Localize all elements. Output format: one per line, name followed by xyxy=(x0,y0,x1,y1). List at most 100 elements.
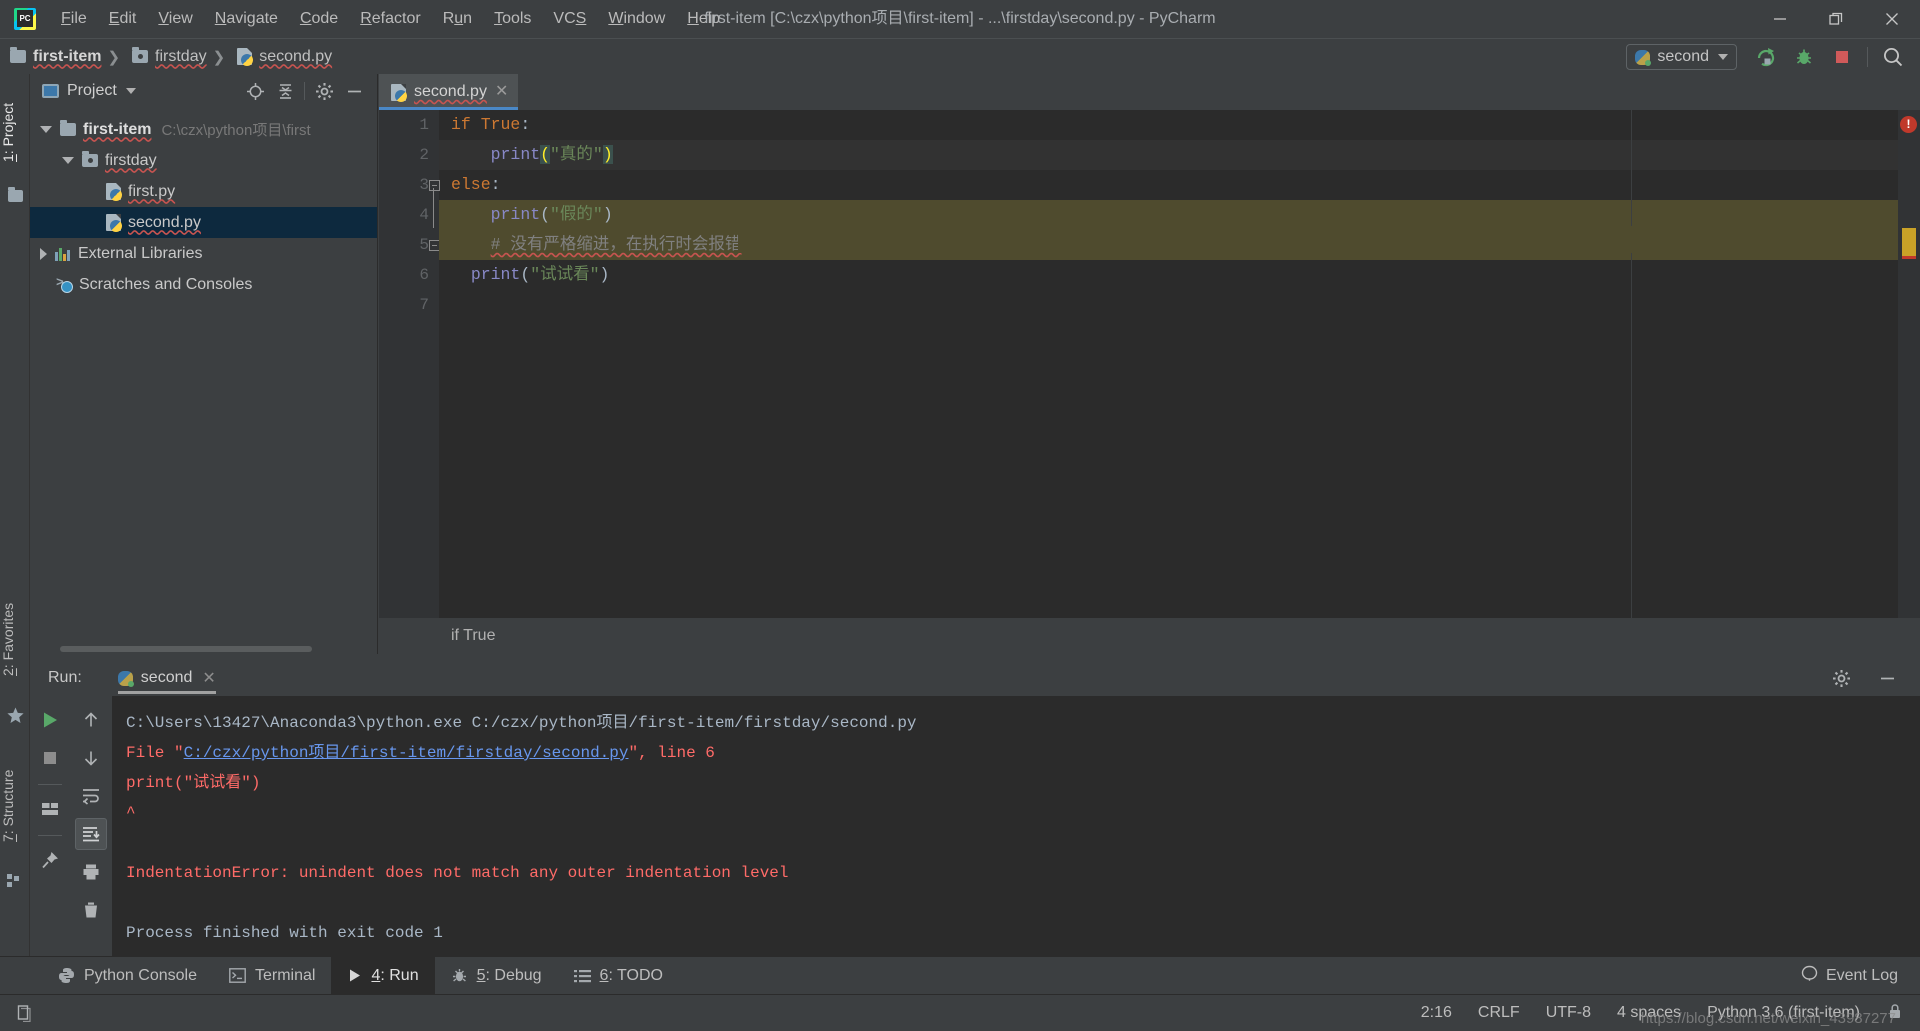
run-console-output[interactable]: C:\Users\13427\Anaconda3\python.exe C:/c… xyxy=(112,696,1920,956)
tab-debug[interactable]: 5: Debug xyxy=(435,957,558,995)
tree-node-second-py[interactable]: second.py xyxy=(30,207,377,238)
layout-button[interactable] xyxy=(34,793,66,825)
python-config-icon xyxy=(1635,49,1652,66)
minimize-window-button[interactable] xyxy=(1752,0,1808,38)
menu-run[interactable]: Run xyxy=(432,0,483,38)
hide-run-window-button[interactable] xyxy=(1872,663,1902,693)
code-line-1: if True: xyxy=(451,115,531,134)
tab-terminal[interactable]: Terminal xyxy=(213,957,331,995)
caret-position[interactable]: 2:16 xyxy=(1421,1004,1452,1022)
toggle-sidebar-icon[interactable] xyxy=(10,998,40,1028)
menu-code[interactable]: Code xyxy=(289,0,349,38)
search-everywhere-button[interactable] xyxy=(1874,39,1912,75)
up-stack-button[interactable] xyxy=(75,704,107,736)
menu-navigate[interactable]: Navigate xyxy=(204,0,289,38)
stop-button[interactable] xyxy=(34,742,66,774)
python-file-icon xyxy=(237,48,254,66)
sidebar-item-favorites[interactable]: 2: Favorites xyxy=(0,579,30,699)
run-configuration-selector[interactable]: second xyxy=(1626,44,1737,70)
breadcrumb-first-item[interactable]: first-item xyxy=(0,39,105,75)
clear-all-button[interactable] xyxy=(75,894,107,926)
project-tree: first-item C:\czx\python项目\first firstda… xyxy=(30,108,377,300)
stop-button[interactable] xyxy=(1823,39,1861,75)
tab-label: 5: Debug xyxy=(476,966,542,984)
python-interpreter[interactable]: Python 3.6 (first-item) xyxy=(1707,1004,1860,1022)
debug-button[interactable] xyxy=(1785,39,1823,75)
sidebar-item-structure[interactable]: 7: Structure xyxy=(0,746,30,866)
breadcrumb-second-py[interactable]: second.py xyxy=(227,39,336,75)
chevron-right-icon[interactable] xyxy=(40,247,47,260)
console-line-error: IndentationError: unindent does not matc… xyxy=(126,864,789,882)
toolbar-divider xyxy=(38,784,62,785)
menu-window[interactable]: Window xyxy=(597,0,676,38)
source-folder-icon xyxy=(82,151,98,167)
soft-wrap-button[interactable] xyxy=(75,780,107,812)
editor-tab-label: second.py xyxy=(414,83,487,100)
menu-help[interactable]: Help xyxy=(676,0,731,38)
run-tab-second[interactable]: second ✕ xyxy=(110,660,224,696)
bottom-tool-bar: Python Console Terminal 4: Run 5: Debug … xyxy=(0,956,1920,995)
error-stripe-gutter[interactable]: ! xyxy=(1898,110,1920,618)
run-window-actions xyxy=(1826,663,1920,693)
gear-icon[interactable] xyxy=(1826,663,1856,693)
rerun-button[interactable] xyxy=(1747,39,1785,75)
tree-node-firstday[interactable]: firstday xyxy=(30,145,377,176)
menu-vcs[interactable]: VCS xyxy=(542,0,597,38)
scroll-to-end-button[interactable] xyxy=(75,818,107,850)
menu-bar: File Edit View Navigate Code Refactor Ru… xyxy=(50,0,731,38)
tab-run[interactable]: 4: Run xyxy=(331,956,435,995)
line-separator[interactable]: CRLF xyxy=(1478,1004,1520,1022)
tree-node-first-py[interactable]: first.py xyxy=(30,176,377,207)
code-lines[interactable]: if True: print("真的") else: print("假的") #… xyxy=(439,110,1898,618)
chevron-down-icon[interactable] xyxy=(125,88,136,94)
warning-stripe-marker[interactable] xyxy=(1902,228,1916,256)
tree-node-external-libraries[interactable]: External Libraries xyxy=(30,238,377,269)
tree-node-first-item[interactable]: first-item C:\czx\python项目\first xyxy=(30,114,377,145)
pin-tab-button[interactable] xyxy=(34,844,66,876)
error-stripe-marker[interactable] xyxy=(1902,256,1916,259)
breadcrumb-firstday[interactable]: firstday xyxy=(122,39,211,75)
python-config-icon xyxy=(117,670,134,687)
indent-setting[interactable]: 4 spaces xyxy=(1617,1004,1681,1022)
collapse-all-button[interactable] xyxy=(270,76,300,106)
close-run-tab-icon[interactable]: ✕ xyxy=(202,668,215,688)
gear-icon[interactable] xyxy=(309,76,339,106)
right-margin-guide xyxy=(1631,110,1632,618)
down-stack-button[interactable] xyxy=(75,742,107,774)
editor-tab-second-py[interactable]: second.py ✕ xyxy=(379,74,519,110)
error-count-badge[interactable]: ! xyxy=(1900,116,1917,133)
menu-edit[interactable]: Edit xyxy=(98,0,148,38)
editor-breadcrumb-label[interactable]: if True xyxy=(451,627,495,645)
close-window-button[interactable] xyxy=(1864,0,1920,38)
project-panel-header: Project xyxy=(30,74,377,108)
rerun-button[interactable] xyxy=(34,704,66,736)
sidebar-item-project[interactable]: 1: Project xyxy=(0,82,30,182)
menu-refactor[interactable]: Refactor xyxy=(349,0,431,38)
event-log-button[interactable]: Event Log xyxy=(1801,965,1898,987)
scratches-icon xyxy=(56,275,73,293)
project-stripe-icon xyxy=(8,187,23,204)
tab-todo[interactable]: 6: TODO xyxy=(558,957,679,995)
menu-tools[interactable]: Tools xyxy=(483,0,542,38)
lock-icon[interactable] xyxy=(1886,1002,1904,1025)
editor-gutter[interactable]: 1 2 3 4 5 6 7 xyxy=(379,110,440,618)
project-horizontal-scrollbar[interactable] xyxy=(60,644,378,654)
console-file-link[interactable]: C:/czx/python项目/first-item/firstday/seco… xyxy=(184,744,629,762)
chevron-down-icon[interactable] xyxy=(62,157,74,164)
print-button[interactable] xyxy=(75,856,107,888)
maximize-window-button[interactable] xyxy=(1808,0,1864,38)
chevron-down-icon[interactable] xyxy=(40,126,52,133)
scrollbar-thumb[interactable] xyxy=(60,646,312,652)
locate-file-button[interactable] xyxy=(240,76,270,106)
pycharm-window: File Edit View Navigate Code Refactor Ru… xyxy=(0,0,1920,1031)
hide-panel-button[interactable] xyxy=(339,76,369,106)
run-window-header: Run: second ✕ xyxy=(30,660,1920,696)
tree-node-scratches[interactable]: Scratches and Consoles xyxy=(30,269,377,300)
tab-python-console[interactable]: Python Console xyxy=(42,957,213,995)
code-editor[interactable]: 1 2 3 4 5 6 7 if True: print("真的") else:… xyxy=(379,110,1920,618)
menu-view[interactable]: View xyxy=(147,0,203,38)
close-tab-icon[interactable]: ✕ xyxy=(495,84,508,100)
menu-file[interactable]: File xyxy=(50,0,98,38)
file-encoding[interactable]: UTF-8 xyxy=(1546,1004,1591,1022)
